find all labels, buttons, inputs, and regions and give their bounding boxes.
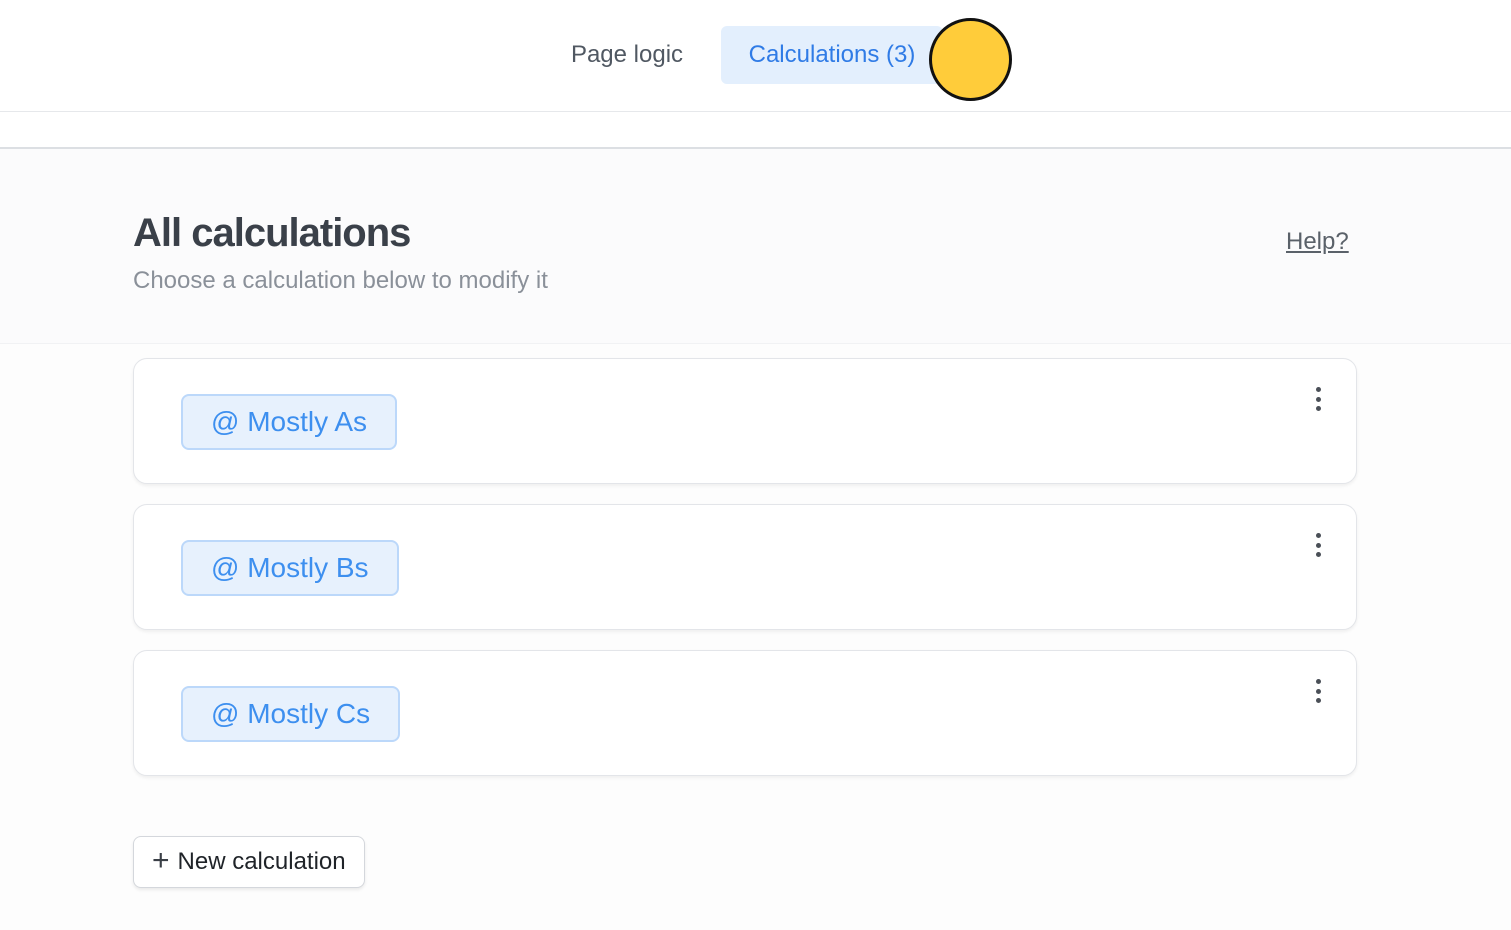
more-options-icon[interactable] bbox=[1306, 383, 1330, 415]
toolbar-strip bbox=[0, 112, 1511, 149]
page-subtitle: Choose a calculation below to modify it bbox=[133, 267, 548, 294]
tab-calculations[interactable]: Calculations (3) bbox=[721, 26, 943, 84]
page-header: All calculations Choose a calculation be… bbox=[0, 149, 1511, 344]
calculation-card: @ Mostly Cs bbox=[133, 650, 1357, 776]
cursor-marker bbox=[929, 18, 1012, 101]
tab-page-logic[interactable]: Page logic bbox=[548, 26, 706, 84]
calculation-chip[interactable]: @ Mostly Cs bbox=[181, 686, 401, 742]
calculation-chip[interactable]: @ Mostly As bbox=[181, 394, 398, 450]
calculation-chip[interactable]: @ Mostly Bs bbox=[181, 540, 399, 596]
more-options-icon[interactable] bbox=[1306, 675, 1330, 707]
help-link[interactable]: Help? bbox=[1286, 228, 1349, 256]
page-title: All calculations bbox=[133, 211, 411, 255]
new-calculation-button[interactable]: + New calculation bbox=[133, 836, 365, 888]
main-content: All calculations Choose a calculation be… bbox=[0, 149, 1511, 930]
new-calculation-label: New calculation bbox=[177, 848, 346, 875]
plus-icon: + bbox=[152, 844, 170, 877]
calculation-card: @ Mostly As bbox=[133, 358, 1357, 484]
calculation-card: @ Mostly Bs bbox=[133, 504, 1357, 630]
top-nav-bar: Page logic Calculations (3) bbox=[0, 0, 1511, 112]
more-options-icon[interactable] bbox=[1306, 529, 1330, 561]
